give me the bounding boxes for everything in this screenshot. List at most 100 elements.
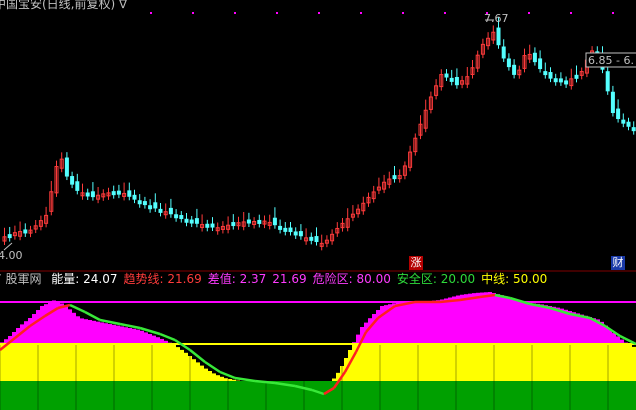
energy-bar [104,323,108,344]
energy-bar-mid [8,344,12,381]
price-min-label: 4.00 [0,249,23,262]
candle-body [23,229,28,234]
energy-bar [448,297,452,344]
energy-bar [424,301,428,344]
energy-bar-low [212,373,216,381]
energy-bar-mid [148,344,152,381]
candle-body [64,157,69,177]
energy-bar [68,309,72,344]
energy-bar-mid [404,344,408,381]
energy-bar [552,306,556,344]
top-dot-marker [612,12,614,14]
indicator-item-3: 21.69 [272,272,307,286]
energy-bar [392,303,396,344]
energy-bar-mid [84,344,88,381]
top-dot-marker [276,12,278,14]
indicator-item-0: 能量: 24.07 [51,272,118,286]
energy-bar-mid [48,344,52,381]
energy-bar-mid [360,344,364,381]
energy-bar [544,305,548,344]
energy-bar-mid [380,344,384,381]
energy-bar [24,321,28,344]
energy-bar [412,302,416,344]
candle-body [210,223,215,228]
energy-bar-mid [132,344,136,381]
energy-bar-low [224,378,228,381]
energy-bar [128,328,132,344]
candle-body [626,121,631,127]
candle-body [137,200,142,205]
energy-bar [584,315,588,344]
energy-bar [152,335,156,344]
energy-bar-mid [392,344,396,381]
energy-bar [616,336,620,344]
energy-bar-low [228,379,232,381]
energy-bar-mid [496,344,500,381]
energy-bar [576,313,580,344]
safe-zone-fill [0,381,636,410]
energy-bar-mid [408,344,412,381]
energy-bar-mid [4,344,8,381]
energy-bar-mid [572,344,576,381]
energy-bar [508,298,512,344]
candle-body [85,192,90,197]
energy-bar [40,306,44,344]
energy-bar-mid [584,344,588,381]
energy-bar [480,292,484,344]
candle-body [158,208,163,213]
energy-bar [540,304,544,344]
candle-body [132,194,137,200]
energy-bar-mid [556,344,560,381]
energy-bar-mid [512,344,516,381]
energy-bar-mid [552,344,556,381]
trend-line-segment [69,303,86,314]
candle-body [616,108,621,120]
energy-bar [488,292,492,344]
trend-line-segment [84,310,101,322]
energy-bar [144,332,148,344]
candle-body [532,52,537,63]
energy-bar-low [208,371,212,381]
energy-bar-mid [624,344,628,381]
energy-bar-mid [596,344,600,381]
energy-bar-mid [576,344,580,381]
energy-bar-mid [376,344,380,381]
energy-bar [440,299,444,344]
candle-body [70,176,75,185]
energy-bar-low [216,375,220,381]
energy-bar-mid [484,344,488,381]
energy-bar-mid [528,344,532,381]
energy-bar-mid [16,344,20,381]
indicator-source: 7 股軍网 [0,272,42,286]
energy-bar [492,293,496,344]
energy-bar [564,309,568,344]
candle-body [205,223,210,228]
energy-bar [396,302,400,344]
candle-body [231,222,236,227]
top-dot-marker [360,12,362,14]
energy-bar [560,308,564,344]
energy-bar-mid [28,344,32,381]
energy-bar-mid [384,344,388,381]
energy-bar [588,317,592,344]
candle-body [148,205,153,210]
energy-bar-mid [508,344,512,381]
energy-bar [484,292,488,344]
energy-bar [156,337,160,344]
energy-bar-mid [588,344,592,381]
candle-body [179,215,184,220]
energy-bar-low [232,379,236,381]
energy-bar-mid [368,344,372,381]
energy-bar-mid [424,344,428,381]
candle-body [553,78,558,83]
stock-chart-canvas[interactable] [0,0,636,410]
top-dot-marker [192,12,194,14]
energy-bar-mid [92,344,96,381]
energy-bar [428,301,432,344]
candle-body [246,219,251,224]
candle-body [543,71,548,76]
energy-bar-mid [40,344,44,381]
energy-bar [140,330,144,344]
energy-bar [444,298,448,344]
candle-body [111,191,116,196]
